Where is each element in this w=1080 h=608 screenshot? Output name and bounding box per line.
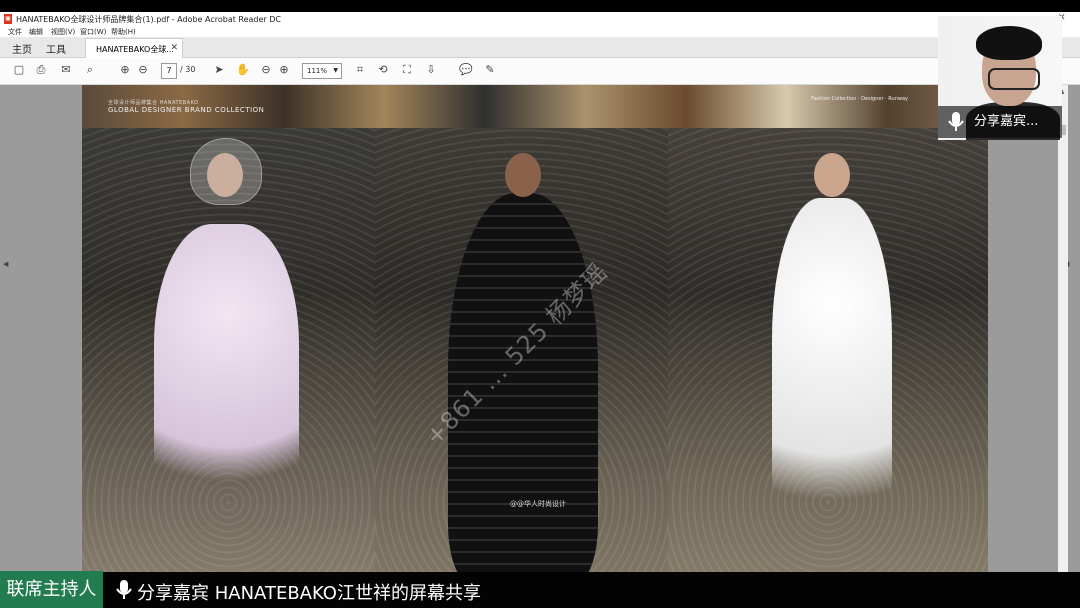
close-icon[interactable]: ✕ (170, 43, 178, 53)
menu-edit[interactable]: 编辑 (29, 27, 43, 37)
header-left-small: 全球设计师品牌集合 HANATEBAKO (108, 100, 199, 106)
tab-tools[interactable]: 工具 (46, 41, 66, 56)
person-hair (976, 26, 1042, 60)
header-left: 全球设计师品牌集合 HANATEBAKO GLOBAL DESIGNER BRA… (108, 99, 264, 114)
pen-icon[interactable]: ✎ (483, 63, 497, 77)
veil-icon (190, 138, 262, 205)
tab-home[interactable]: 主页 (12, 41, 32, 56)
camera-preview[interactable]: 分享嘉宾... (938, 16, 1062, 140)
page-header-strip: 全球设计师品牌集合 HANATEBAKO GLOBAL DESIGNER BRA… (82, 85, 988, 128)
microphone-icon (116, 580, 132, 599)
page-up-icon[interactable]: ⊕ (118, 63, 132, 77)
page-total: / 30 (180, 65, 196, 74)
zoom-in-icon[interactable]: ⊕ (277, 63, 291, 77)
document-tab-label: HANATEBAKO全球... (96, 45, 174, 54)
tab-bar: 主页 工具 HANATEBAKO全球... ✕ (0, 37, 1080, 58)
zoom-select[interactable]: 111% ▼ (302, 63, 342, 79)
page-down-icon[interactable]: ⊖ (136, 63, 150, 77)
vertical-scrollbar[interactable] (1058, 85, 1068, 590)
co-host-label: 联席主持人 (0, 571, 103, 608)
zoom-value: 111% (307, 67, 328, 75)
comment-icon[interactable]: 💬 (459, 63, 473, 77)
glasses-icon (988, 68, 1040, 90)
pdf-page: 全球设计师品牌集合 HANATEBAKO GLOBAL DESIGNER BRA… (82, 85, 988, 596)
menu-view[interactable]: 视图(V) (51, 27, 75, 37)
hand-tool-icon[interactable]: ✋ (236, 63, 250, 77)
toolbar: ▢ ⎙ ✉ ⌕ ⊕ ⊖ 7 / 30 ➤ ✋ ⊖ ⊕ 111% ▼ ⌗ ⟲ ⛶ … (0, 58, 1080, 85)
model-head (505, 153, 541, 197)
model-head (814, 153, 850, 197)
menu-bar: 文件 编辑 视图(V) 窗口(W) 帮助(H) (0, 26, 1080, 37)
save-icon[interactable]: ▢ (12, 63, 26, 77)
rotate-icon[interactable]: ⟲ (376, 63, 390, 77)
model-dress-lavender (154, 224, 299, 524)
read-mode-icon[interactable]: ⇩ (424, 63, 438, 77)
search-icon[interactable]: ⌕ (83, 63, 97, 77)
header-left-main: GLOBAL DESIGNER BRAND COLLECTION (108, 106, 265, 114)
document-tab[interactable]: HANATEBAKO全球... ✕ (85, 38, 183, 58)
print-icon[interactable]: ⎙ (34, 63, 48, 77)
camera-label-bar: 分享嘉宾... (938, 106, 1062, 138)
screen-share-caption: 分享嘉宾 HANATEBAKO江世祥的屏幕共享 (137, 583, 481, 604)
pdf-icon: ▣ (4, 14, 12, 24)
menu-help[interactable]: 帮助(H) (111, 27, 136, 37)
header-right-text: Fashion Collection · Designer · Runway (811, 96, 908, 102)
top-black-bar (0, 0, 1080, 12)
menu-window[interactable]: 窗口(W) (80, 27, 106, 37)
select-tool-icon[interactable]: ➤ (212, 63, 226, 77)
runway-photo-3 (668, 128, 988, 596)
title-bar: ▣ HANATEBAKO全球设计师品牌集合(1).pdf - Adobe Acr… (0, 12, 1080, 26)
fit-page-icon[interactable]: ⌗ (353, 63, 367, 77)
camera-share-label: 分享嘉宾... (974, 114, 1039, 129)
menu-file[interactable]: 文件 (8, 27, 22, 37)
mail-icon[interactable]: ✉ (59, 63, 73, 77)
zoom-out-icon[interactable]: ⊖ (259, 63, 273, 77)
footer-watermark: @@华人时尚设计 (510, 500, 566, 508)
fullscreen-icon[interactable]: ⛶ (400, 63, 414, 77)
left-panel-toggle-icon[interactable]: ◀ (3, 260, 8, 268)
runway-photo-1 (82, 128, 375, 596)
model-outfit-white (772, 198, 892, 548)
window-title: HANATEBAKO全球设计师品牌集合(1).pdf - Adobe Acrob… (16, 15, 281, 24)
chevron-down-icon: ▼ (333, 67, 338, 74)
page-number-input[interactable]: 7 (161, 63, 177, 79)
microphone-icon (948, 112, 964, 131)
